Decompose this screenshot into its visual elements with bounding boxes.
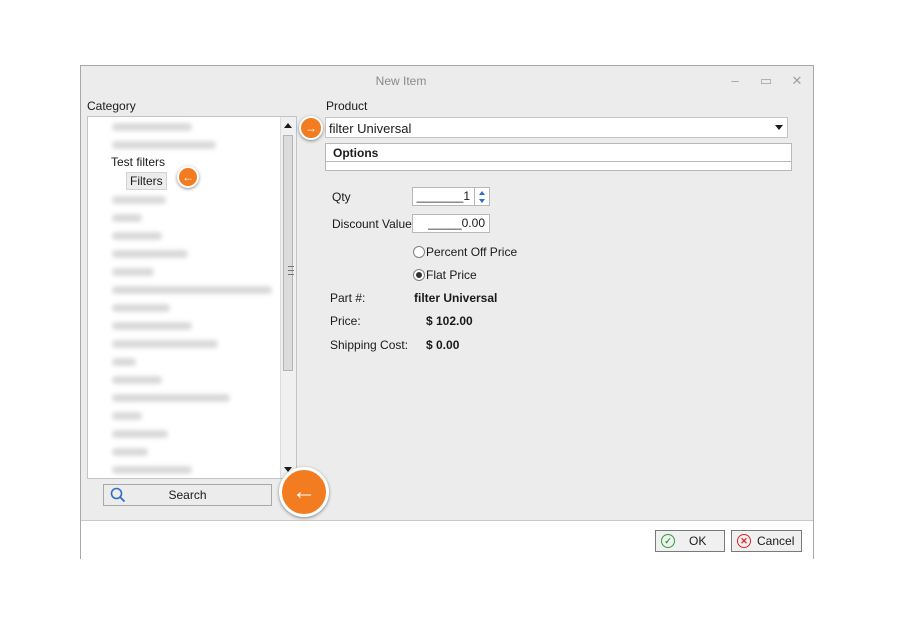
blurred-item: [112, 412, 142, 420]
blurred-item: [112, 232, 162, 240]
percent-off-label[interactable]: Percent Off Price: [426, 245, 517, 259]
arrow-left-icon: ←: [177, 166, 199, 188]
blurred-item: [112, 196, 166, 204]
blurred-item: [112, 376, 162, 384]
discount-label: Discount Value: [332, 217, 412, 231]
price-label: Price:: [330, 314, 361, 328]
cancel-button[interactable]: ✕ Cancel: [731, 530, 802, 552]
stepper-up-icon[interactable]: [479, 191, 485, 195]
arrow-left-icon: ←: [279, 467, 329, 517]
blurred-item: [112, 304, 170, 312]
category-scrollbar[interactable]: [280, 117, 296, 478]
blurred-item: [112, 141, 216, 149]
dialog-footer: ✓ OK ✕ Cancel: [81, 520, 813, 559]
search-label: Search: [168, 488, 207, 502]
tree-item-test-filters[interactable]: Test filters: [111, 155, 165, 169]
window-title: New Item: [375, 74, 427, 88]
close-button[interactable]: ✕: [787, 72, 807, 90]
shipping-value: $ 0.00: [426, 338, 460, 352]
part-label: Part #:: [330, 291, 366, 305]
options-header: Options: [333, 146, 379, 160]
arrow-right-icon: →: [299, 116, 323, 140]
percent-off-radio[interactable]: [413, 246, 425, 258]
ok-label: OK: [689, 534, 707, 548]
part-value: filter Universal: [414, 291, 498, 305]
stepper-down-icon[interactable]: [479, 199, 485, 203]
close-icon: ✕: [737, 534, 751, 548]
blurred-item: [112, 448, 148, 456]
scroll-up-arrow-icon[interactable]: [284, 123, 292, 128]
maximize-button[interactable]: ▭: [756, 72, 776, 90]
flat-price-label[interactable]: Flat Price: [426, 268, 477, 282]
title-bar: New Item – ▭ ✕: [81, 66, 813, 96]
blurred-item: [112, 322, 192, 330]
blurred-item: [112, 358, 136, 366]
chevron-down-icon[interactable]: [775, 125, 783, 130]
product-label: Product: [326, 99, 368, 113]
check-icon: ✓: [661, 534, 675, 548]
blurred-item: [112, 268, 154, 276]
ok-button[interactable]: ✓ OK: [655, 530, 725, 552]
product-select[interactable]: filter Universal: [325, 117, 788, 138]
qty-input[interactable]: _______1: [412, 187, 475, 206]
discount-input[interactable]: _____0.00: [412, 214, 490, 233]
category-label: Category: [87, 99, 136, 113]
scroll-thumb[interactable]: [283, 135, 294, 371]
search-button[interactable]: Search: [103, 484, 272, 506]
flat-price-radio[interactable]: [413, 269, 425, 281]
cancel-label: Cancel: [757, 534, 795, 548]
blurred-item: [112, 394, 230, 402]
new-item-dialog: New Item – ▭ ✕ Category Test filters Fil…: [80, 65, 814, 559]
options-header-bar: [326, 144, 791, 162]
blurred-item: [112, 250, 188, 258]
blurred-item: [112, 214, 142, 222]
shipping-label: Shipping Cost:: [330, 338, 409, 352]
blurred-item: [112, 286, 272, 294]
price-value: $ 102.00: [426, 314, 473, 328]
product-select-value: filter Universal: [329, 121, 412, 136]
options-panel: Options: [325, 143, 792, 171]
tree-item-filters[interactable]: Filters: [126, 172, 167, 190]
blurred-item: [112, 430, 168, 438]
qty-label: Qty: [332, 190, 351, 204]
blurred-item: [112, 340, 218, 348]
grip-icon: [288, 266, 294, 275]
blurred-item: [112, 466, 192, 474]
minimize-button[interactable]: –: [725, 72, 745, 90]
qty-stepper[interactable]: [475, 187, 490, 206]
blurred-item: [112, 123, 192, 131]
